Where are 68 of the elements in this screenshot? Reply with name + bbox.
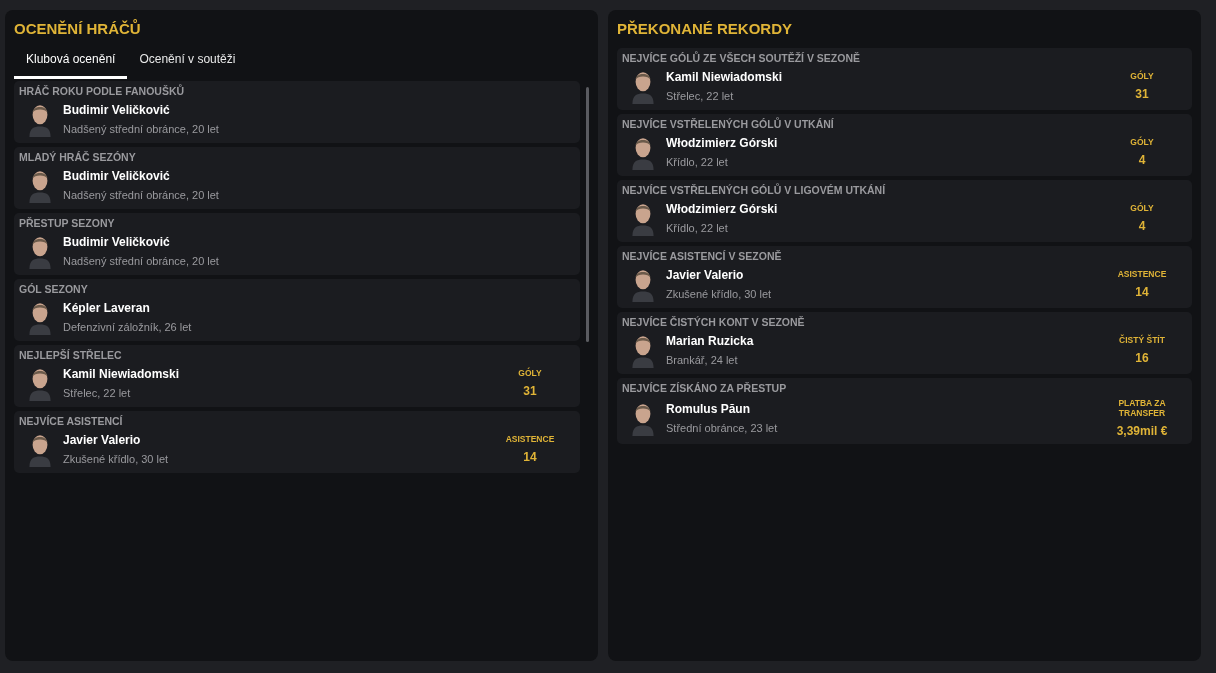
award-category: NEJVÍCE VSTŘELENÝCH GÓLŮ V LIGOVÉM UTKÁNÍ: [622, 184, 887, 196]
award-category: NEJVÍCE GÓLŮ ZE VŠECH SOUTĚŽÍ V SEZONĚ: [622, 52, 862, 64]
player-name: Włodzimierz Górski: [666, 136, 779, 150]
award-card[interactable]: NEJVÍCE ZÍSKÁNO ZA PŘESTUP Romulus Păun Střední obránce, 23 let PLATBA ZA TRANSFER 3,39mil €: [617, 378, 1192, 444]
player-name: Javier Valerio: [666, 268, 745, 282]
stat-label: GÓLY: [1130, 203, 1154, 213]
player-name: Włodzimierz Górski: [666, 202, 779, 216]
award-card[interactable]: NEJVÍCE ASISTENCÍ Javier Valerio Zkušené křídlo, 30 let ASISTENCE 14: [14, 411, 580, 473]
award-category: NEJLEPŠÍ STŘELEC: [19, 349, 123, 361]
stat-value: 4: [1138, 219, 1146, 233]
award-category: NEJVÍCE ZÍSKÁNO ZA PŘESTUP: [622, 382, 788, 394]
award-category: MLADÝ HRÁČ SEZÓNY: [19, 151, 137, 163]
stat-value: 16: [1135, 351, 1149, 365]
player-name: Marian Ruzicka: [666, 334, 755, 348]
player-name: Képler Laveran: [63, 301, 151, 315]
award-category: NEJVÍCE VSTŘELENÝCH GÓLŮ V UTKÁNÍ: [622, 118, 835, 130]
award-card[interactable]: NEJVÍCE ASISTENCÍ V SEZONĚ Javier Valerio Zkušené křídlo, 30 let ASISTENCE 14: [617, 246, 1192, 308]
award-category: NEJVÍCE ASISTENCÍ V SEZONĚ: [622, 250, 783, 262]
award-category: NEJVÍCE ČISTÝCH KONT V SEZONĚ: [622, 316, 806, 328]
player-description: Nadšený střední obránce, 20 let: [63, 189, 220, 201]
panel-title: PŘEKONANÉ REKORDY: [617, 20, 793, 37]
player-description: Zkušené křídlo, 30 let: [63, 453, 170, 465]
stat-value: 3,39mil €: [1116, 424, 1168, 438]
player-description: Střelec, 22 let: [666, 90, 735, 102]
player-name: Javier Valerio: [63, 433, 142, 447]
stat-value: 14: [1135, 285, 1149, 299]
stat-label: ČISTÝ ŠTÍT: [1119, 335, 1165, 345]
panel-title: OCENĚNÍ HRÁČŮ: [14, 20, 141, 37]
player-description: Nadšený střední obránce, 20 let: [63, 123, 220, 135]
award-category: GÓL SEZONY: [19, 283, 89, 295]
tab[interactable]: Ocenění v soutěži: [127, 45, 248, 79]
player-description: Nadšený střední obránce, 20 let: [63, 255, 220, 267]
award-card[interactable]: NEJLEPŠÍ STŘELEC Kamil Niewiadomski Střelec, 22 let GÓLY 31: [14, 345, 580, 407]
stat-label: GÓLY: [1130, 71, 1154, 81]
player-description: Defenzivní záložník, 26 let: [63, 321, 193, 333]
stat-value: 4: [1138, 153, 1146, 167]
award-category: PŘESTUP SEZONY: [19, 217, 116, 229]
award-category: NEJVÍCE ASISTENCÍ: [19, 415, 124, 427]
player-description: Brankář, 24 let: [666, 354, 739, 366]
award-card[interactable]: PŘESTUP SEZONY Budimir Veličković Nadšený střední obránce, 20 let: [14, 213, 580, 275]
stat-label: ASISTENCE: [505, 434, 555, 444]
award-card[interactable]: NEJVÍCE GÓLŮ ZE VŠECH SOUTĚŽÍ V SEZONĚ Kamil Niewiadomski Střelec, 22 let GÓLY 31: [617, 48, 1192, 110]
player-name: Budimir Veličković: [63, 235, 171, 249]
player-name: Budimir Veličković: [63, 103, 171, 117]
stat-label: ASISTENCE: [1117, 269, 1167, 279]
award-card[interactable]: HRÁČ ROKU PODLE FANOUŠKŮ Budimir Veličković Nadšený střední obránce, 20 let: [14, 81, 580, 143]
award-card[interactable]: NEJVÍCE VSTŘELENÝCH GÓLŮ V UTKÁNÍ Włodzimierz Górski Křídlo, 22 let GÓLY 4: [617, 114, 1192, 176]
award-card[interactable]: NEJVÍCE VSTŘELENÝCH GÓLŮ V LIGOVÉM UTKÁNÍ Włodzimierz Górski Křídlo, 22 let GÓLY 4: [617, 180, 1192, 242]
player-name: Romulus Păun: [666, 402, 751, 416]
player-description: Střelec, 22 let: [63, 387, 132, 399]
award-card[interactable]: NEJVÍCE ČISTÝCH KONT V SEZONĚ Marian Ruzicka Brankář, 24 let ČISTÝ ŠTÍT 16: [617, 312, 1192, 374]
stat-value: 14: [523, 450, 537, 464]
player-name: Kamil Niewiadomski: [666, 70, 784, 84]
stat-label: GÓLY: [1130, 137, 1154, 147]
stat-label: PLATBA ZA TRANSFER: [1117, 398, 1167, 418]
player-name: Budimir Veličković: [63, 169, 171, 183]
scrollbar[interactable]: [586, 87, 589, 342]
player-description: Křídlo, 22 let: [666, 222, 729, 234]
stat-label: GÓLY: [518, 368, 542, 378]
award-category: HRÁČ ROKU PODLE FANOUŠKŮ: [19, 85, 186, 97]
player-description: Střední obránce, 23 let: [666, 422, 779, 434]
player-description: Zkušené křídlo, 30 let: [666, 288, 773, 300]
stat-value: 31: [523, 384, 537, 398]
award-card[interactable]: GÓL SEZONY Képler Laveran Defenzivní záložník, 26 let: [14, 279, 580, 341]
stat-value: 31: [1135, 87, 1149, 101]
player-name: Kamil Niewiadomski: [63, 367, 181, 381]
award-card[interactable]: MLADÝ HRÁČ SEZÓNY Budimir Veličković Nadšený střední obránce, 20 let: [14, 147, 580, 209]
player-description: Křídlo, 22 let: [666, 156, 729, 168]
